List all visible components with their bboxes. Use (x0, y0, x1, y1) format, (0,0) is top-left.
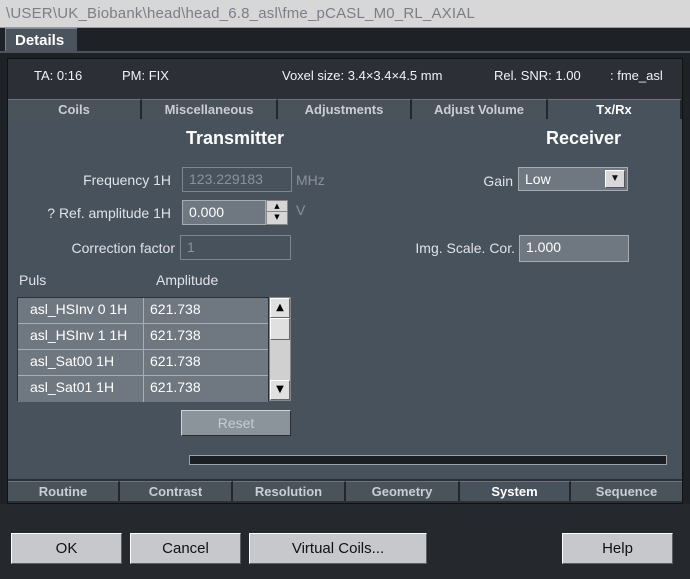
window-title: \USER\UK_Biobank\head\head_6.8_asl\fme_p… (6, 5, 475, 22)
bottom-tab-bar: Routine Contrast Resolution Geometry Sys… (8, 481, 682, 501)
tab-sequence[interactable]: Sequence (571, 481, 682, 501)
info-pm: PM: FIX (122, 68, 169, 83)
spin-down-icon[interactable]: ▼ (267, 212, 287, 223)
table-row[interactable]: asl_HSInv 1 1H 621.738 (18, 324, 268, 350)
frequency-field: 123.229183 (182, 167, 292, 192)
tab-resolution[interactable]: Resolution (233, 481, 346, 501)
tab-details[interactable]: Details (5, 28, 77, 52)
scroll-thumb[interactable] (270, 318, 290, 340)
window-titlebar: \USER\UK_Biobank\head\head_6.8_asl\fme_p… (0, 0, 690, 28)
top-tab-bar: Coils Miscellaneous Adjustments Adjust V… (8, 99, 682, 119)
ref-amplitude-spinner[interactable]: ▲ ▼ (266, 200, 288, 225)
receiver-heading: Receiver (546, 128, 622, 148)
info-voxel-size: Voxel size: 3.4×3.4×4.5 mm (282, 68, 443, 83)
info-sequence: : fme_asl (610, 68, 663, 83)
table-row[interactable]: asl_HSInv 0 1H 621.738 (18, 298, 268, 324)
pulse-table: asl_HSInv 0 1H 621.738 asl_HSInv 1 1H 62… (17, 297, 269, 402)
ref-amplitude-unit: V (296, 202, 306, 218)
info-ta: TA: 0:16 (34, 68, 83, 83)
frequency-label: Frequency 1H (83, 172, 171, 188)
ok-button[interactable]: OK (11, 533, 122, 564)
correction-factor-field: 1 (180, 235, 291, 260)
puls-cell: asl_Sat00 1H (18, 350, 144, 375)
progress-bar (189, 455, 667, 465)
reset-button[interactable]: Reset (181, 410, 291, 436)
tab-coils[interactable]: Coils (8, 99, 142, 119)
table-row[interactable]: asl_Sat01 1H 621.738 (18, 376, 268, 402)
amplitude-cell[interactable]: 621.738 (144, 376, 268, 402)
tab-contrast[interactable]: Contrast (120, 481, 233, 501)
ref-amplitude-field[interactable]: 0.000 (182, 200, 266, 225)
transmitter-heading: Transmitter (186, 128, 285, 148)
tab-geometry[interactable]: Geometry (346, 481, 460, 501)
help-button[interactable]: Help (562, 533, 673, 564)
table-header-amplitude: Amplitude (156, 272, 219, 288)
tab-adjust-volume[interactable]: Adjust Volume (412, 99, 548, 119)
gain-value: Low (525, 171, 551, 187)
details-tab-underline (0, 51, 690, 53)
tab-tx-rx[interactable]: Tx/Rx (548, 99, 682, 119)
amplitude-cell[interactable]: 621.738 (144, 350, 268, 375)
puls-cell: asl_HSInv 1 1H (18, 324, 144, 349)
scroll-up-icon[interactable]: ▲ (270, 298, 290, 318)
img-scale-cor-label: Img. Scale. Cor. (415, 240, 515, 256)
table-scrollbar[interactable]: ▲ ▼ (269, 297, 291, 401)
dropdown-arrow-icon[interactable]: ▼ (605, 170, 625, 188)
tab-miscellaneous[interactable]: Miscellaneous (142, 99, 278, 119)
cancel-button[interactable]: Cancel (130, 533, 241, 564)
gain-label: Gain (483, 173, 513, 189)
table-header-puls: Puls (19, 272, 47, 288)
amplitude-cell[interactable]: 621.738 (144, 324, 268, 349)
puls-cell: asl_HSInv 0 1H (18, 298, 144, 323)
gain-select[interactable]: Low ▼ (518, 167, 628, 191)
puls-cell: asl_Sat01 1H (18, 376, 144, 402)
frequency-unit: MHz (296, 172, 325, 188)
spin-up-icon[interactable]: ▲ (267, 201, 287, 212)
amplitude-cell[interactable]: 621.738 (144, 298, 268, 323)
img-scale-cor-field[interactable]: 1.000 (519, 235, 629, 262)
scroll-down-icon[interactable]: ▼ (270, 380, 290, 400)
tab-system[interactable]: System (460, 481, 571, 501)
tab-routine[interactable]: Routine (8, 481, 120, 501)
correction-factor-label: Correction factor (71, 240, 175, 256)
info-rel-snr: Rel. SNR: 1.00 (494, 68, 581, 83)
table-row[interactable]: asl_Sat00 1H 621.738 (18, 350, 268, 376)
tab-adjustments[interactable]: Adjustments (278, 99, 412, 119)
ref-amplitude-label: ? Ref. amplitude 1H (47, 205, 171, 221)
virtual-coils-button[interactable]: Virtual Coils... (249, 533, 427, 564)
